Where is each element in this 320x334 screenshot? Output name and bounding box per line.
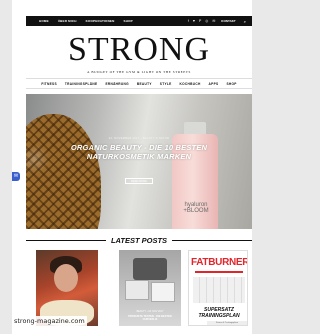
divider-right — [172, 239, 252, 241]
category-beauty[interactable]: BEAUTY — [137, 82, 152, 86]
post-category-tag: Fitness & Trainingspläne — [207, 321, 247, 325]
pineapple-image — [26, 114, 101, 229]
site-logo[interactable]: STRONG — [26, 30, 252, 70]
product-jar — [133, 258, 167, 280]
category-shop[interactable]: SHOP — [226, 82, 236, 86]
bottle-label: hyaluron +BLOOM — [178, 202, 214, 214]
pinterest-icon[interactable]: P — [199, 19, 201, 23]
top-nav-cooperations[interactable]: KOOPERATIONEN — [86, 19, 115, 23]
top-nav-about[interactable]: ÜBER MICH — [58, 19, 77, 23]
read-more-button[interactable]: READ MORE — [125, 178, 153, 184]
category-style[interactable]: STYLE — [160, 82, 172, 86]
divider-left — [26, 239, 106, 241]
hero-title-line2: NATURKOSMETIK MARKEN — [86, 152, 192, 161]
site-tagline: A BUDGET OF THE GYM & LIGHT ON THE STREE… — [87, 70, 191, 74]
site-url-watermark: strong-magazine.com — [12, 316, 87, 326]
post-card-food[interactable] — [36, 250, 98, 326]
latest-posts-heading: LATEST POSTS — [110, 235, 168, 245]
instagram-icon[interactable]: ◎ — [205, 19, 208, 23]
hero-slider[interactable]: hyaluron +BLOOM 22. NOVEMBER 2017 • BEAU… — [26, 94, 252, 229]
post-meta: BEAUTY • 18. NOV 2017 — [136, 310, 164, 313]
twitter-icon[interactable]: ♥ — [193, 19, 195, 23]
latest-posts-header: LATEST POSTS — [26, 235, 252, 245]
fatburner-subtitle: SUPERSATZ TRAININGSPLAN — [191, 307, 247, 319]
category-fitness[interactable]: FITNESS — [41, 82, 57, 86]
fatburner-subtitle-line2: TRAININGSPLAN — [198, 313, 240, 319]
face-shape — [54, 264, 78, 292]
facebook-icon[interactable]: f — [188, 19, 189, 23]
product-box-1 — [125, 280, 149, 300]
category-trainingsplaene[interactable]: TRAININGSPLÄNE — [65, 82, 98, 86]
hero-title[interactable]: ORGANIC BEAUTY - DIE 10 BESTEN NATURKOSM… — [26, 143, 252, 161]
top-nav-shop[interactable]: SHOP — [124, 19, 133, 23]
hero-meta: 22. NOVEMBER 2017 • BEAUTY & NATUR — [108, 137, 170, 140]
top-nav-home[interactable]: HOME — [39, 19, 49, 23]
fatburner-title: FATBURNER — [191, 257, 248, 268]
post-title[interactable]: PRODUKTE TESTEN - DIE BESTEN CURVEFLIX — [121, 315, 179, 321]
bottle-label-line2: +BLOOM — [183, 208, 209, 214]
contact-link[interactable]: KONTAKT — [221, 19, 235, 23]
workout-image — [193, 277, 245, 303]
hero-title-line1: ORGANIC BEAUTY - DIE 10 BESTEN — [70, 143, 208, 152]
mail-icon[interactable]: ✉ — [212, 19, 215, 23]
top-bar: HOME ÜBER MICH KOOPERATIONEN SHOP f ♥ P … — [26, 16, 252, 26]
search-icon[interactable]: ⌕ — [244, 19, 246, 24]
red-divider — [195, 271, 243, 273]
category-ernaehrung[interactable]: ERNÄHRUNG — [105, 82, 128, 86]
page: HOME ÜBER MICH KOOPERATIONEN SHOP f ♥ P … — [12, 0, 252, 334]
category-apps[interactable]: APPS — [209, 82, 219, 86]
post-card-products[interactable]: BEAUTY • 18. NOV 2017 PRODUKTE TESTEN - … — [119, 250, 181, 326]
category-kochbuch[interactable]: KOCHBUCH — [180, 82, 201, 86]
post-card-fatburner[interactable]: FATBURNER SUPERSATZ TRAININGSPLAN Fitnes… — [188, 250, 248, 326]
chat-icon[interactable]: ✉ — [12, 172, 20, 181]
product-box-2 — [151, 282, 175, 302]
top-nav: HOME ÜBER MICH KOOPERATIONEN SHOP — [39, 19, 133, 23]
category-nav: FITNESS TRAININGSPLÄNE ERNÄHRUNG BEAUTY … — [26, 78, 252, 89]
social-icons: f ♥ P ◎ ✉ — [188, 19, 215, 23]
